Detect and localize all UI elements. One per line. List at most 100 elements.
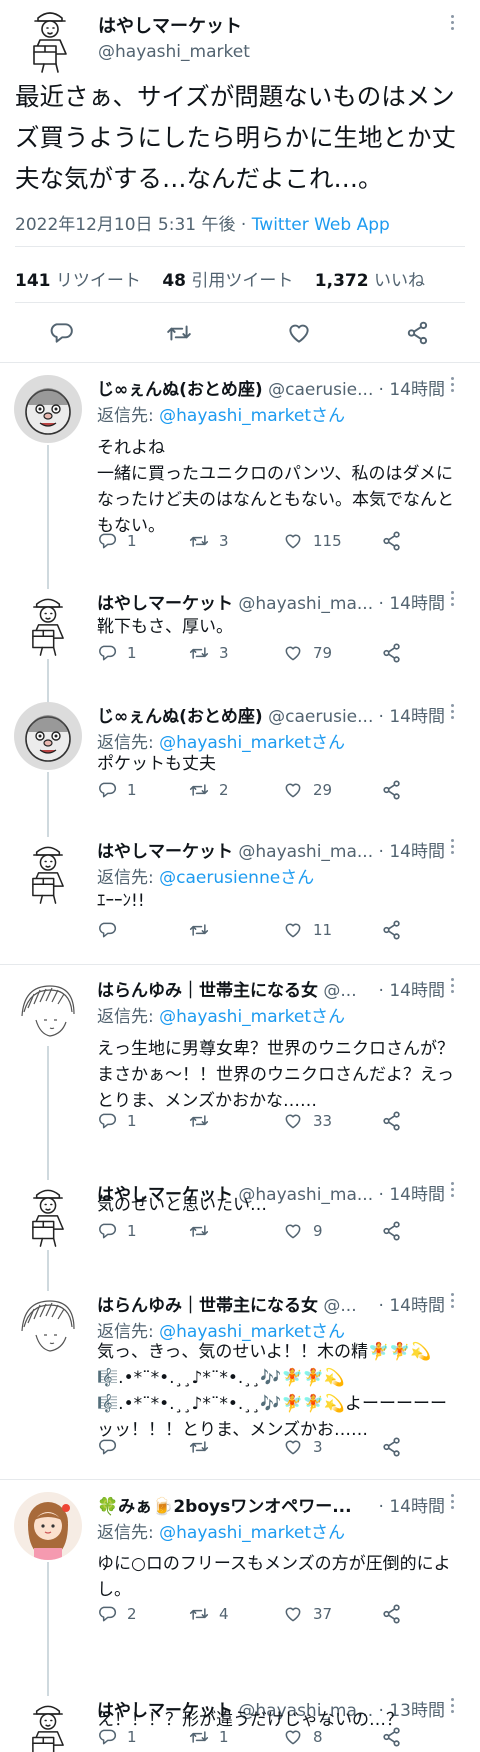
reply-action[interactable]: 1 bbox=[97, 1219, 137, 1243]
like-action[interactable]: 9 bbox=[283, 1219, 323, 1243]
retweet-action[interactable]: 1 bbox=[189, 1725, 229, 1749]
reply-time[interactable]: · 14時間 bbox=[374, 1291, 445, 1316]
like-icon[interactable] bbox=[283, 1111, 303, 1131]
share-icon[interactable] bbox=[381, 1726, 403, 1748]
like-icon[interactable] bbox=[283, 1727, 303, 1747]
share-icon[interactable] bbox=[381, 530, 403, 552]
share-icon[interactable] bbox=[381, 779, 403, 801]
reply-icon[interactable] bbox=[97, 1111, 117, 1131]
reply-action[interactable]: 1 bbox=[97, 529, 137, 553]
like-icon[interactable] bbox=[283, 1221, 303, 1241]
retweet-icon[interactable] bbox=[189, 531, 209, 551]
reply-icon[interactable] bbox=[97, 1437, 117, 1457]
retweet-action[interactable]: 3 bbox=[189, 529, 229, 553]
share-icon[interactable] bbox=[381, 1220, 403, 1242]
retweet-icon[interactable] bbox=[189, 1727, 209, 1747]
retweet-action[interactable] bbox=[189, 1109, 219, 1133]
author-name[interactable]: はやしマーケット bbox=[97, 594, 233, 614]
reply-icon[interactable] bbox=[97, 1221, 117, 1241]
retweet-icon[interactable] bbox=[189, 643, 209, 663]
reply-action[interactable]: 1 bbox=[97, 1109, 137, 1133]
retweet-icon[interactable] bbox=[189, 1111, 209, 1131]
avatar[interactable] bbox=[14, 837, 82, 905]
author-name[interactable]: はやしマーケット bbox=[98, 12, 242, 38]
like-action[interactable]: 37 bbox=[283, 1602, 332, 1626]
more-options-icon[interactable] bbox=[449, 839, 455, 857]
author-name[interactable]: じ∞ぇんぬ(おとめ座) bbox=[97, 707, 263, 727]
author-handle[interactable]: @... bbox=[323, 981, 356, 1001]
avatar[interactable] bbox=[14, 1291, 82, 1359]
avatar[interactable] bbox=[14, 375, 82, 443]
like-icon[interactable] bbox=[286, 320, 312, 346]
share-icon[interactable] bbox=[381, 1436, 403, 1458]
reply-icon[interactable] bbox=[48, 320, 74, 346]
retweet-action[interactable]: 4 bbox=[189, 1602, 229, 1626]
reply-icon[interactable] bbox=[97, 1604, 117, 1624]
share-icon[interactable] bbox=[405, 320, 431, 346]
retweets-stat[interactable]: 141 リツイート bbox=[15, 271, 141, 291]
more-options-icon[interactable] bbox=[449, 1494, 455, 1512]
avatar[interactable] bbox=[14, 1492, 82, 1560]
avatar[interactable] bbox=[14, 1180, 82, 1248]
reply-to-mention[interactable]: @caerusienneさん bbox=[159, 868, 314, 888]
avatar[interactable] bbox=[14, 1696, 82, 1752]
share-icon[interactable] bbox=[381, 919, 403, 941]
author-handle[interactable]: @caerusie... bbox=[268, 707, 373, 727]
reply-action[interactable]: 2 bbox=[97, 1602, 137, 1626]
retweet-icon[interactable] bbox=[166, 320, 192, 346]
tweet-datetime[interactable]: 2022年12月10日 5:31 午後 bbox=[15, 215, 236, 235]
avatar[interactable] bbox=[14, 2, 86, 74]
retweet-action[interactable]: 3 bbox=[189, 641, 229, 665]
like-icon[interactable] bbox=[283, 531, 303, 551]
reply-action[interactable] bbox=[97, 918, 127, 942]
reply-time[interactable]: · 14時間 bbox=[374, 976, 445, 1001]
reply-action[interactable]: 1 bbox=[97, 778, 137, 802]
reply-icon[interactable] bbox=[97, 643, 117, 663]
like-icon[interactable] bbox=[283, 920, 303, 940]
retweet-icon[interactable] bbox=[189, 1437, 209, 1457]
reply-to-mention[interactable]: @hayashi_marketさん bbox=[159, 1007, 345, 1027]
like-icon[interactable] bbox=[283, 643, 303, 663]
reply-to-mention[interactable]: @hayashi_marketさん bbox=[159, 406, 345, 426]
author-handle[interactable]: @hayashi_ma... bbox=[238, 594, 373, 614]
retweet-icon[interactable] bbox=[189, 1221, 209, 1241]
reply-icon[interactable] bbox=[97, 1727, 117, 1747]
retweet-icon[interactable] bbox=[189, 780, 209, 800]
reply-action[interactable]: 1 bbox=[97, 641, 137, 665]
tweet-source[interactable]: Twitter Web App bbox=[252, 215, 390, 235]
reply-time[interactable]: · 14時間 bbox=[374, 702, 445, 727]
share-icon[interactable] bbox=[381, 642, 403, 664]
more-options-icon[interactable] bbox=[449, 704, 455, 722]
like-action[interactable]: 79 bbox=[283, 641, 332, 665]
like-action[interactable]: 33 bbox=[283, 1109, 332, 1133]
like-action[interactable]: 29 bbox=[283, 778, 332, 802]
author-name[interactable]: はらんゆみ｜世帯主になる女 bbox=[97, 1296, 318, 1316]
reply-time[interactable]: · 14時間 bbox=[374, 589, 445, 614]
retweet-action[interactable]: 2 bbox=[189, 778, 229, 802]
author-name[interactable]: はやしマーケット bbox=[97, 842, 233, 862]
author-name[interactable]: はらんゆみ｜世帯主になる女 bbox=[97, 981, 318, 1001]
like-action[interactable]: 8 bbox=[283, 1725, 323, 1749]
quotes-stat[interactable]: 48 引用ツイート bbox=[162, 271, 293, 291]
author-handle[interactable]: @caerusie... bbox=[268, 380, 373, 400]
reply-time[interactable]: · 14時間 bbox=[374, 1492, 445, 1517]
more-options-icon[interactable] bbox=[449, 1293, 455, 1311]
like-icon[interactable] bbox=[283, 1604, 303, 1624]
avatar[interactable] bbox=[14, 976, 82, 1044]
likes-stat[interactable]: 1,372 いいね bbox=[315, 271, 425, 291]
reply-action[interactable] bbox=[97, 1435, 127, 1459]
retweet-action[interactable] bbox=[189, 918, 219, 942]
share-icon[interactable] bbox=[381, 1603, 403, 1625]
reply-to-mention[interactable]: @hayashi_marketさん bbox=[159, 733, 345, 753]
avatar[interactable] bbox=[14, 702, 82, 770]
like-icon[interactable] bbox=[283, 1437, 303, 1457]
reply-time[interactable]: · 14時間 bbox=[374, 375, 445, 400]
more-options-icon[interactable] bbox=[449, 978, 455, 996]
author-handle[interactable]: @hayashi_ma... bbox=[238, 842, 373, 862]
like-action[interactable]: 3 bbox=[283, 1435, 323, 1459]
more-options-icon[interactable] bbox=[449, 591, 455, 609]
reply-action[interactable]: 1 bbox=[97, 1725, 137, 1749]
reply-to-mention[interactable]: @hayashi_marketさん bbox=[159, 1523, 345, 1543]
reply-icon[interactable] bbox=[97, 920, 117, 940]
author-handle[interactable]: @hayashi_market bbox=[98, 42, 250, 62]
